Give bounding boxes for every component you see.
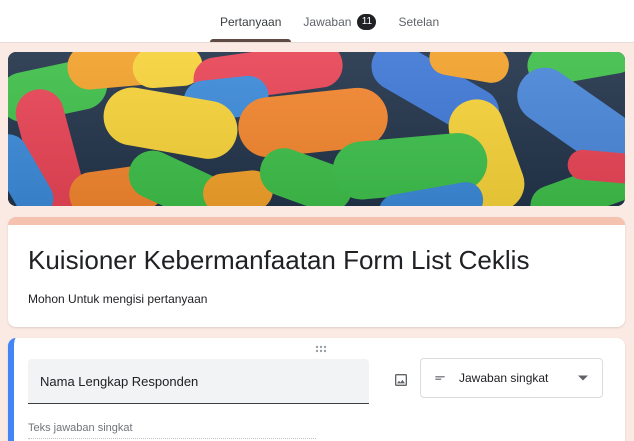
candy-banner-graphic bbox=[8, 52, 625, 206]
responses-count-badge: 11 bbox=[357, 13, 377, 30]
add-image-button[interactable] bbox=[386, 365, 416, 395]
short-answer-placeholder: Teks jawaban singkat bbox=[28, 422, 316, 439]
tab-questions-label: Pertanyaan bbox=[220, 14, 282, 29]
image-icon bbox=[395, 374, 407, 386]
question-title-input[interactable]: Nama Lengkap Responden bbox=[28, 359, 369, 404]
dropdown-arrow-icon bbox=[578, 375, 588, 381]
form-title[interactable]: Kuisioner Kebermanfaatan Form List Cekli… bbox=[28, 245, 529, 276]
drag-handle-icon[interactable] bbox=[314, 342, 328, 353]
editor-tabs: Pertanyaan Jawaban 11 Setelan bbox=[210, 0, 451, 43]
form-description[interactable]: Mohon Untuk mengisi pertanyaan bbox=[28, 292, 207, 306]
question-title-text: Nama Lengkap Responden bbox=[40, 373, 199, 389]
question-type-select[interactable]: Jawaban singkat bbox=[420, 358, 603, 398]
question-card[interactable]: Nama Lengkap Responden Jawaban singkat T… bbox=[8, 338, 625, 441]
tab-questions[interactable]: Pertanyaan bbox=[210, 0, 292, 43]
question-type-label: Jawaban singkat bbox=[459, 371, 549, 385]
header-banner-image bbox=[8, 52, 625, 206]
tab-settings-label: Setelan bbox=[398, 14, 440, 29]
tab-settings[interactable]: Setelan bbox=[388, 0, 449, 43]
short-answer-icon bbox=[435, 376, 445, 380]
tab-responses[interactable]: Jawaban 11 bbox=[293, 0, 386, 43]
form-editor-header: Pertanyaan Jawaban 11 Setelan bbox=[0, 0, 634, 43]
form-title-card[interactable]: Kuisioner Kebermanfaatan Form List Cekli… bbox=[8, 217, 625, 327]
tab-responses-label: Jawaban bbox=[303, 14, 352, 29]
